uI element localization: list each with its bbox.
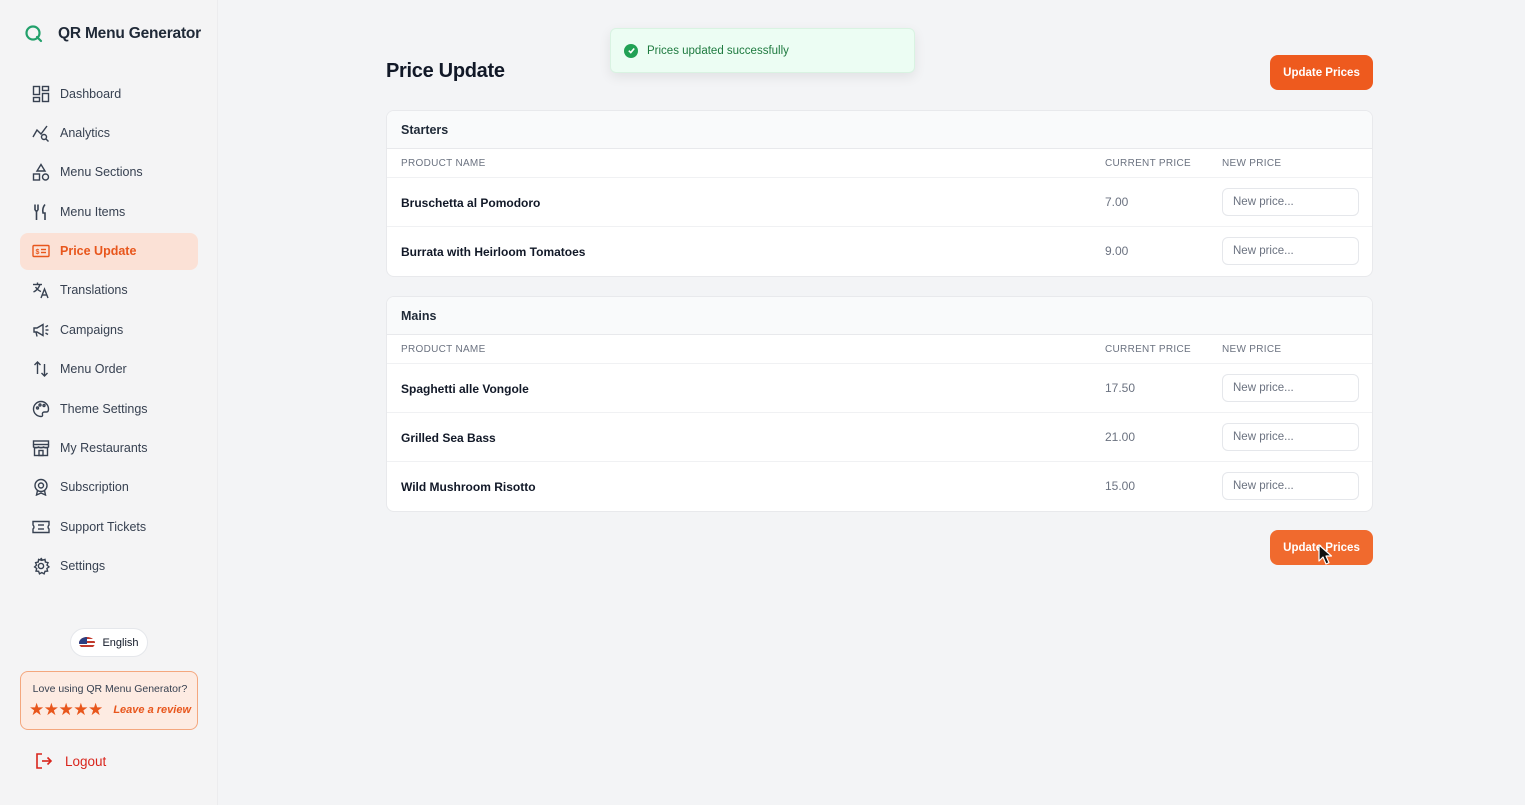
page-title: Price Update [386, 60, 505, 82]
shapes-icon [32, 163, 50, 181]
success-toast: Prices updated successfully [610, 28, 915, 73]
analytics-icon [32, 124, 50, 142]
leave-review-link[interactable]: Leave a review [113, 704, 191, 716]
sidebar-item-label: Subscription [60, 480, 129, 495]
translate-icon [32, 281, 50, 299]
palette-icon [32, 400, 50, 418]
sidebar-item-label: Price Update [60, 244, 137, 259]
current-price: 17.50 [1105, 381, 1136, 395]
product-name: Wild Mushroom Risotto [401, 480, 536, 494]
table-row: Burrata with Heirloom Tomatoes 9.00 [387, 227, 1372, 276]
column-current-price: CURRENT PRICE [1105, 158, 1191, 169]
review-prompt: Love using QR Menu Generator? ★★★★★ Leav… [20, 671, 198, 730]
new-price-input[interactable] [1222, 188, 1359, 216]
new-price-input[interactable] [1222, 237, 1359, 265]
sidebar-item-label: My Restaurants [60, 441, 148, 456]
section-title: Mains [387, 297, 1372, 335]
sidebar-item-label: Menu Order [60, 362, 127, 377]
sidebar-item-settings[interactable]: Settings [20, 548, 198, 585]
rating-stars-icon[interactable]: ★★★★★ [29, 701, 103, 718]
column-current-price: CURRENT PRICE [1105, 344, 1191, 355]
new-price-input[interactable] [1222, 472, 1359, 500]
mouse-cursor-icon [1318, 544, 1333, 565]
logout-button[interactable]: Logout [35, 752, 106, 770]
brand[interactable]: QR Menu Generator [24, 24, 201, 44]
badge-icon [32, 478, 50, 497]
current-price: 21.00 [1105, 430, 1136, 444]
sidebar-item-support-tickets[interactable]: Support Tickets [20, 508, 198, 545]
check-circle-icon [624, 43, 638, 58]
new-price-input[interactable] [1222, 374, 1359, 402]
utensils-icon [32, 203, 50, 221]
table-row: Grilled Sea Bass 21.00 [387, 413, 1372, 462]
sidebar-item-dashboard[interactable]: Dashboard [20, 75, 198, 112]
product-name: Bruschetta al Pomodoro [401, 196, 541, 210]
sidebar-item-label: Menu Items [60, 204, 126, 219]
app-title: QR Menu Generator [58, 25, 202, 42]
toast-message: Prices updated successfully [647, 44, 789, 57]
svg-text:$: $ [36, 249, 40, 256]
sidebar-item-label: Support Tickets [60, 519, 147, 534]
sidebar-item-translations[interactable]: Translations [20, 272, 198, 309]
dashboard-icon [32, 85, 50, 103]
current-price: 7.00 [1105, 195, 1129, 209]
table-header: PRODUCT NAME CURRENT PRICE NEW PRICE [387, 335, 1372, 364]
sidebar-nav: Dashboard Analytics Menu Sections Menu I… [20, 75, 198, 587]
table-header: PRODUCT NAME CURRENT PRICE NEW PRICE [387, 149, 1372, 178]
sidebar-item-theme-settings[interactable]: Theme Settings [20, 390, 198, 427]
sidebar-item-label: Dashboard [60, 86, 122, 101]
section-card-mains: Mains PRODUCT NAME CURRENT PRICE NEW PRI… [386, 296, 1373, 512]
store-icon [32, 439, 50, 457]
price-tag-icon: $ [32, 242, 50, 260]
ticket-icon [32, 518, 50, 536]
table-row: Wild Mushroom Risotto 15.00 [387, 462, 1372, 511]
column-product-name: PRODUCT NAME [401, 344, 486, 355]
sidebar-item-campaigns[interactable]: Campaigns [20, 311, 198, 348]
new-price-input[interactable] [1222, 423, 1359, 451]
sidebar-item-menu-sections[interactable]: Menu Sections [20, 154, 198, 191]
sidebar-item-label: Campaigns [60, 322, 124, 337]
sidebar-item-analytics[interactable]: Analytics [20, 114, 198, 151]
gear-icon [32, 557, 50, 576]
sidebar-item-subscription[interactable]: Subscription [20, 469, 198, 506]
column-product-name: PRODUCT NAME [401, 158, 486, 169]
us-flag-icon [79, 636, 96, 649]
sidebar-item-label: Translations [60, 283, 128, 298]
sidebar-item-menu-items[interactable]: Menu Items [20, 193, 198, 230]
update-prices-button-top[interactable]: Update Prices [1270, 55, 1373, 90]
current-price: 15.00 [1105, 479, 1136, 493]
sidebar-item-label: Analytics [60, 125, 111, 140]
column-new-price: NEW PRICE [1222, 158, 1282, 169]
section-title: Starters [387, 111, 1372, 149]
sidebar-item-label: Theme Settings [60, 401, 148, 416]
review-question: Love using QR Menu Generator? [32, 683, 188, 695]
current-price: 9.00 [1105, 244, 1129, 258]
product-name: Burrata with Heirloom Tomatoes [401, 245, 586, 259]
table-row: Spaghetti alle Vongole 17.50 [387, 364, 1372, 413]
megaphone-icon [32, 321, 50, 339]
product-name: Spaghetti alle Vongole [401, 382, 529, 396]
product-name: Grilled Sea Bass [401, 431, 496, 445]
logout-label: Logout [65, 753, 107, 769]
column-new-price: NEW PRICE [1222, 344, 1282, 355]
section-card-starters: Starters PRODUCT NAME CURRENT PRICE NEW … [386, 110, 1373, 277]
logout-icon [36, 753, 53, 769]
sort-arrows-icon [32, 360, 50, 378]
sidebar-item-label: Settings [60, 559, 106, 574]
logo-icon [25, 25, 43, 43]
sidebar-item-my-restaurants[interactable]: My Restaurants [20, 430, 198, 467]
sidebar: QR Menu Generator Dashboard Analytics Me… [0, 0, 218, 805]
sidebar-item-label: Menu Sections [60, 165, 143, 180]
sidebar-item-price-update[interactable]: $ Price Update [20, 232, 198, 270]
sidebar-item-menu-order[interactable]: Menu Order [20, 351, 198, 388]
language-selector[interactable]: English [70, 628, 148, 657]
language-label: English [102, 636, 139, 649]
table-row: Bruschetta al Pomodoro 7.00 [387, 178, 1372, 227]
